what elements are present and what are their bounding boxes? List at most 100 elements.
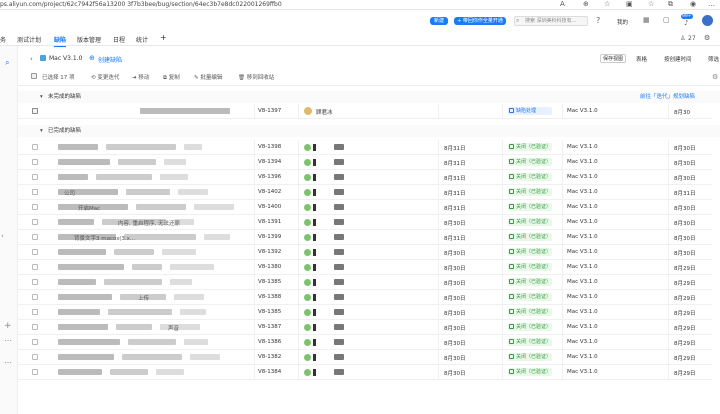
table-row[interactable]: V8-1402 8月31日 关闭（已验证） Mac V3.1.0 8月31日 公司 [18,185,712,200]
status-badge[interactable]: 关闭（已验证） [508,233,552,241]
group-header-finished[interactable]: ▾ 已完成的缺陷 [18,125,720,137]
group-header-unfinished[interactable]: ▾ 未完成的缺陷 前往「迭代」规划缺陷 [18,91,720,103]
search-input[interactable]: 搜索 深圳美科科技有... [514,16,588,26]
status-badge[interactable]: 缺陷处理 [508,107,552,115]
recycle-button[interactable]: 🗑 移到回收站 [238,73,274,81]
status-badge[interactable]: 关闭（已验证） [508,203,552,211]
table-row[interactable]: V8-1386 8月30日 关闭（已验证） Mac V3.1.0 8月29日 [18,335,712,350]
status-badge[interactable]: 关闭（已验证） [508,158,552,166]
table-view-select[interactable]: 表格 [636,55,647,63]
row-checkbox[interactable] [32,264,38,270]
url-text[interactable]: ps.aliyun.com/project/62c7942f56a13200 3… [0,1,282,8]
status-badge[interactable]: 关闭（已验证） [508,263,552,271]
read-aloud-icon[interactable]: A [560,0,565,8]
tab-versions[interactable]: 版本管理 [77,35,101,44]
collections-icon[interactable]: ⧉ [668,0,673,9]
table-row[interactable]: V8-1400 8月31日 关闭（已验证） Mac V3.1.0 8月30日 开启Mac [18,200,712,215]
member-icon[interactable]: ♙ [680,35,685,42]
change-iteration-button[interactable]: ⟲ 变更迭代 [91,73,119,81]
table-row[interactable]: V8-1398 8月31日 关闭（已验证） Mac V3.1.0 8月30日 [18,140,712,155]
row-checkbox[interactable] [32,354,38,360]
status-badge[interactable]: 关闭（已验证） [508,248,552,256]
tab-schedule[interactable]: 日程 [113,35,125,44]
more-icon[interactable]: … [708,0,715,8]
create-bug-link[interactable]: 创建缺陷 [98,55,122,64]
status-badge[interactable]: 关闭（已验证） [508,173,552,181]
help-icon[interactable]: ? [596,16,600,25]
promo-button[interactable]: + 带回你作全量开通 [454,17,506,25]
row-checkbox[interactable] [32,234,38,240]
mine-link[interactable]: 我的 [617,18,628,26]
row-checkbox[interactable] [32,189,38,195]
table-row[interactable]: V8-1399 8月31日 关闭（已验证） Mac V3.1.0 8月30日 背景文字3 … [18,230,712,245]
batch-edit-button[interactable]: ✎ 批量编辑 [194,73,222,81]
row-checkbox[interactable] [32,324,38,330]
row-checkbox[interactable] [32,279,38,285]
search-icon[interactable]: ⌕ [5,58,9,68]
plus-circle-icon[interactable]: ⊕ [89,54,95,62]
status-badge[interactable]: 关闭（已验证） [508,368,552,376]
table-row[interactable]: V8-1384 8月30日 关闭（已验证） Mac V3.1.0 8月29日 [18,365,712,380]
row-checkbox[interactable] [32,159,38,165]
settings-icon[interactable]: ⚙ [704,34,710,42]
move-button[interactable]: ➜ 移动 [132,73,149,81]
tab-stats[interactable]: 统计 [136,35,148,44]
row-checkbox[interactable] [32,309,38,315]
row-checkbox[interactable] [32,369,38,375]
row-checkbox[interactable] [32,294,38,300]
collapse-chevron-icon[interactable]: ‹ [1,232,4,240]
row-checkbox[interactable] [32,204,38,210]
row-checkbox[interactable] [32,249,38,255]
tab-tasks[interactable]: 务 [0,35,6,44]
status-badge[interactable]: 关闭（已验证） [508,218,552,226]
status-badge[interactable]: 关闭（已验证） [508,143,552,151]
browser-url-bar[interactable]: ps.aliyun.com/project/62c7942f56a13200 3… [0,0,720,10]
favorites-bar-icon[interactable]: ☆ [648,0,654,8]
save-view-button[interactable]: 保存视图 [600,54,627,63]
table-row[interactable]: V8-1387 8月30日 关闭（已验证） Mac V3.1.0 8月29日 声音 [18,320,712,335]
table-row[interactable]: V8-1380 8月30日 关闭（已验证） Mac V3.1.0 8月29日 [18,260,712,275]
more-icon[interactable]: ⋯ [4,336,12,345]
add-icon[interactable]: + [4,321,12,331]
bell-icon[interactable]: ♪ [684,19,688,27]
sort-select[interactable]: 按创建时间 [664,55,692,63]
row-checkbox[interactable] [32,219,38,225]
calendar-icon[interactable]: ▦ [643,16,650,24]
extension-icon[interactable]: ▣ [626,0,633,8]
favorite-icon[interactable]: ☆ [604,0,610,8]
row-checkbox[interactable] [32,339,38,345]
status-badge[interactable]: 关闭（已验证） [508,278,552,286]
filter-button[interactable]: 筛选 [708,55,719,63]
status-badge[interactable]: 关闭（已验证） [508,188,552,196]
table-row[interactable]: V8-1385 8月30日 关闭（已验证） Mac V3.1.0 8月29日 [18,275,712,290]
table-row[interactable]: V8-1385 8月30日 关闭（已验证） Mac V3.1.0 8月29日 [18,305,712,320]
plan-bug-link[interactable]: 前往「迭代」规划缺陷 [640,91,695,103]
back-icon[interactable]: ‹ [30,55,33,63]
row-checkbox[interactable] [32,108,38,114]
status-badge[interactable]: 关闭（已验证） [508,323,552,331]
user-avatar[interactable] [702,15,713,26]
row-checkbox[interactable] [32,144,38,150]
more-icon[interactable]: ⋯ [4,358,12,367]
row-checkbox[interactable] [32,174,38,180]
profile-icon[interactable]: ◉ [690,0,696,8]
status-badge[interactable]: 关闭（已验证） [508,338,552,346]
status-badge[interactable]: 关闭（已验证） [508,353,552,361]
status-badge[interactable]: 关闭（已验证） [508,293,552,301]
table-row[interactable]: V8-1396 8月31日 关闭（已验证） Mac V3.1.0 8月30日 [18,170,712,185]
table-row[interactable]: V8-1394 8月31日 关闭（已验证） Mac V3.1.0 8月30日 [18,155,712,170]
add-tab-button[interactable]: + [160,33,167,42]
table-row[interactable]: V8-1397 顾君冰 缺陷处理 Mac V3.1.0 8月30 [18,104,712,119]
tab-test-plan[interactable]: 测试计划 [17,35,41,44]
new-button[interactable]: 新建 [430,17,448,25]
table-row[interactable]: V8-1382 8月30日 关闭（已验证） Mac V3.1.0 8月29日 [18,350,712,365]
zoom-icon[interactable]: ⊕ [583,0,589,8]
table-row[interactable]: V8-1388 8月30日 关闭（已验证） Mac V3.1.0 8月29日 上传 [18,290,712,305]
table-row[interactable]: V8-1391 8月30日 关闭（已验证） Mac V3.1.0 8月30日 内容, 重启… [18,215,712,230]
chat-icon[interactable]: ▢ [663,16,670,24]
column-settings-icon[interactable]: ⚙ [712,73,718,81]
copy-button[interactable]: ⧉ 复制 [163,73,180,82]
table-row[interactable]: V8-1392 8月30日 关闭（已验证） Mac V3.1.0 8月30日 [18,245,712,260]
select-all-checkbox[interactable] [31,73,37,79]
status-badge[interactable]: 关闭（已验证） [508,308,552,316]
